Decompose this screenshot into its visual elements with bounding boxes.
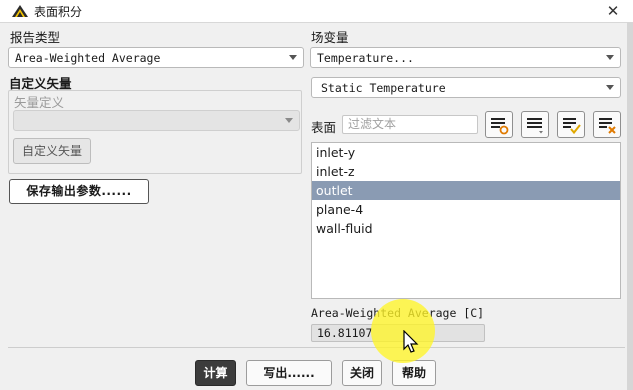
- title-bar: 表面积分 ✕: [0, 0, 633, 23]
- compute-button[interactable]: 计算: [195, 360, 236, 386]
- field-category-dropdown[interactable]: Temperature...: [310, 47, 621, 68]
- select-all-button[interactable]: [557, 111, 585, 138]
- list-item[interactable]: wall-fluid: [312, 219, 620, 238]
- write-button[interactable]: 写出......: [246, 360, 332, 386]
- report-type-label: 报告类型: [10, 30, 61, 45]
- report-type-dropdown[interactable]: Area-Weighted Average: [8, 47, 304, 68]
- clear-selection-button[interactable]: [593, 111, 621, 138]
- deselect-all-icon: [527, 118, 543, 134]
- select-surfaces-icon: [491, 118, 509, 135]
- chevron-down-icon: [606, 55, 614, 60]
- filter-text-input[interactable]: 过滤文本: [342, 115, 478, 134]
- mouse-cursor-icon: [403, 330, 419, 353]
- list-item-selected[interactable]: outlet: [312, 181, 620, 200]
- save-output-parameter-button[interactable]: 保存输出参数......: [9, 179, 149, 204]
- field-quantity-dropdown[interactable]: Static Temperature: [311, 77, 621, 98]
- divider: [8, 347, 625, 348]
- clear-selection-icon: [599, 118, 616, 134]
- surface-list[interactable]: inlet-y inlet-z outlet plane-4 wall-flui…: [311, 142, 621, 299]
- help-button[interactable]: 帮助: [392, 360, 436, 386]
- surfaces-label: 表面: [311, 120, 337, 135]
- field-variable-label: 场变量: [311, 30, 349, 45]
- custom-vector-button[interactable]: 自定义矢量: [13, 138, 91, 164]
- field-category-value: Temperature...: [317, 51, 414, 65]
- field-quantity-value: Static Temperature: [321, 81, 446, 95]
- report-type-value: Area-Weighted Average: [15, 51, 161, 65]
- window-edge: [627, 22, 633, 390]
- list-item[interactable]: plane-4: [312, 200, 620, 219]
- list-item[interactable]: inlet-y: [312, 143, 620, 162]
- vector-definition-dropdown[interactable]: [13, 110, 300, 131]
- close-icon[interactable]: ✕: [600, 0, 626, 22]
- select-all-icon: [563, 118, 581, 135]
- window-title: 表面积分: [34, 5, 83, 19]
- chevron-down-icon: [606, 85, 614, 90]
- close-button[interactable]: 关闭: [342, 360, 382, 386]
- list-item[interactable]: inlet-z: [312, 162, 620, 181]
- vector-definition-label: 矢量定义: [14, 95, 65, 110]
- chevron-down-icon: [289, 55, 297, 60]
- chevron-down-icon: [285, 118, 293, 123]
- app-logo-icon: [12, 5, 28, 17]
- deselect-all-button[interactable]: [521, 111, 549, 138]
- select-surfaces-button[interactable]: [485, 111, 513, 138]
